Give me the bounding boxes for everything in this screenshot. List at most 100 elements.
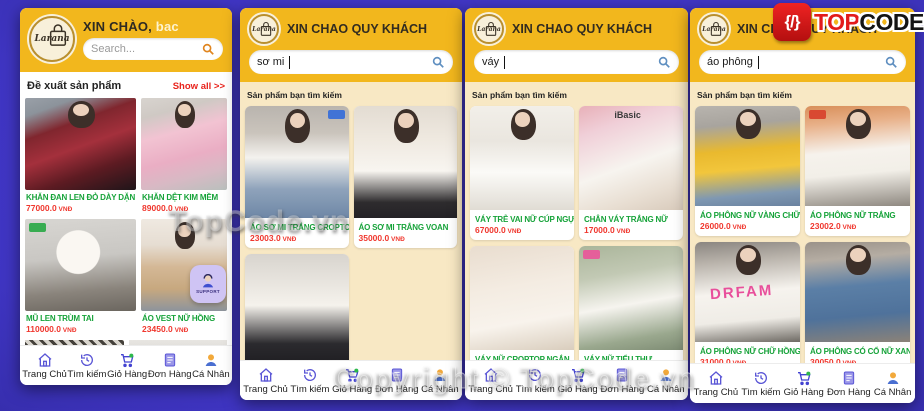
product-name: KHĂN DỆT KIM MỀM [141,190,227,202]
price-currency: VNĐ [173,206,189,213]
app-screen-search-somi: Larana XIN CHAO QUY KHÁCH sơ mi Sản phẩm… [240,8,462,400]
nav-item-cart[interactable]: Giỏ Hàng [332,367,372,395]
nav-item-label: Giỏ Hàng [332,384,372,395]
product-card[interactable]: ÁO SƠ MI VOAN TRƠN41000.0 VNĐ [245,254,349,360]
product-price: 110000.0 VNĐ [25,323,136,334]
image-badge [328,110,345,119]
partial-product-image [25,340,124,345]
nav-item-label: Cá Nhân [874,387,912,398]
product-card[interactable]: ÁO PHÔNG NỮ TRẮNG23002.0 VNĐ [805,106,910,236]
nav-item-search[interactable]: Tìm kiếm [290,367,329,395]
product-card[interactable]: ÁO SƠ MI TRẮNG VOAN35000.0 VNĐ [354,106,458,248]
nav-item-home[interactable]: Trang Chủ [243,367,288,395]
product-grid: ÁO SƠ MI TRẮNG CROPTOP23003.0 VNĐÁO SƠ M… [245,106,457,360]
nav-item-search[interactable]: Tìm kiếm [67,352,106,380]
product-card[interactable]: VÁY NỮ CROPTOP NGẮN23000.0 VNĐ [470,246,574,360]
app-header: Larana XIN CHAO QUY KHÁCH váy [465,8,688,82]
product-grid: VÁY TRỄ VAI NỮ CÚP NGỰC67000.0 VNĐiBasic… [470,106,683,360]
nav-item-cart[interactable]: Giỏ Hàng [784,370,824,398]
history-search-icon [302,367,318,383]
support-agent-icon [200,274,216,288]
home-icon [37,352,53,368]
product-card[interactable]: MŨ LEN TRÙM TAI110000.0 VNĐ [25,219,136,334]
product-card[interactable]: ÁO PHÔNG CÓ CỔ NỮ XAN...30050.0 VNĐ [805,242,910,363]
product-price: 89000.0 VNĐ [141,202,227,213]
product-card[interactable]: KHĂN DỆT KIM MỀM89000.0 VNĐ [141,98,227,213]
nav-item-profile[interactable]: Cá Nhân [192,352,230,380]
app-logo: Larana [29,16,75,62]
price-value: 67000.0 [475,225,506,235]
product-card[interactable]: DRFAMÁO PHÔNG NỮ CHỮ HỒNG...31000.0 VNĐ [695,242,800,363]
product-card[interactable]: KHĂN ĐAN LEN ĐỎ DÀY DẶN77000.0 VNĐ [25,98,136,213]
nav-item-search[interactable]: Tìm kiếm [516,367,555,395]
history-search-icon [753,370,769,386]
app-header: Larana XIN CHÀO, bac Search... [20,8,232,72]
search-icon[interactable] [201,42,215,56]
product-card[interactable]: ÁO PHÔNG NỮ VÀNG CHỮ26000.0 VNĐ [695,106,800,236]
product-name: ÁO VEST NỮ HỒNG [141,311,227,323]
nav-item-profile[interactable]: Cá Nhân [647,367,685,395]
price-value: 30050.0 [810,357,841,363]
product-card[interactable]: iBasicCHÂN VÁY TRẮNG NỮ17000.0 VNĐ [579,106,683,240]
nav-item-profile[interactable]: Cá Nhân [421,367,459,395]
support-label: SUPPORT [196,289,220,294]
profile-icon [658,367,674,383]
topcode-code-text: CODE.VN [859,9,924,35]
nav-item-orders[interactable]: Đơn Hàng [827,370,871,398]
nav-item-label: Đơn Hàng [601,384,645,395]
bottom-nav: Trang ChủTìm kiếm Giỏ HàngĐơn HàngCá Nhân [690,363,915,403]
results-content: Sản phẩm bạn tìm kiếm ÁO PHÔNG NỮ VÀNG C… [690,82,915,363]
topcode-wordmark: TOPCODE.VN [814,9,924,36]
nav-item-label: Cá Nhân [192,369,230,380]
nav-item-home[interactable]: Trang Chủ [694,370,739,398]
product-price: 23003.0 VNĐ [245,232,349,243]
price-currency: VNĐ [615,228,631,235]
product-image: iBasic [579,106,683,210]
search-query: sơ mi [257,56,284,68]
search-input[interactable]: váy [474,50,679,74]
nav-item-cart[interactable]: Giỏ Hàng [558,367,598,395]
greeting-text: XIN CHÀO, bac [83,19,223,34]
support-button[interactable]: SUPPORT [190,265,226,303]
search-input[interactable]: áo phông [699,50,906,74]
search-icon[interactable] [657,55,671,69]
price-currency: VNĐ [731,360,747,363]
search-input[interactable]: sơ mi [249,50,453,74]
search-query: áo phông [707,56,753,68]
app-header: Larana XIN CHAO QUY KHÁCH sơ mi [240,8,462,82]
nav-item-home[interactable]: Trang Chủ [468,367,513,395]
product-price: 35000.0 VNĐ [354,232,458,243]
product-grid: ÁO PHÔNG NỮ VÀNG CHỮ26000.0 VNĐÁO PHÔNG … [695,106,910,363]
nav-item-orders[interactable]: Đơn Hàng [601,367,645,395]
nav-item-search[interactable]: Tìm kiếm [741,370,780,398]
orders-icon [162,352,178,368]
product-name: VÁY NỮ CROPTOP NGẮN [470,350,574,360]
nav-item-orders[interactable]: Đơn Hàng [148,352,192,380]
search-icon[interactable] [431,55,445,69]
image-label: DRFAM [709,282,773,303]
nav-item-profile[interactable]: Cá Nhân [874,370,912,398]
cart-icon [796,370,812,386]
product-image [805,242,910,342]
product-name: ÁO PHÔNG NỮ VÀNG CHỮ [695,206,800,220]
nav-item-cart[interactable]: Giỏ Hàng [107,352,147,380]
price-value: 35000.0 [359,233,390,243]
product-card[interactable]: VÁY NỮ TIỂU THƯ25000.0 VNĐ [579,246,683,360]
nav-item-label: Cá Nhân [421,384,459,395]
nav-item-orders[interactable]: Đơn Hàng [375,367,419,395]
nav-item-label: Giỏ Hàng [784,387,824,398]
price-currency: VNĐ [281,236,297,243]
show-all-link[interactable]: Show all >> [173,81,225,92]
product-card[interactable]: VÁY TRỄ VAI NỮ CÚP NGỰC67000.0 VNĐ [470,106,574,240]
search-input[interactable]: Search... [83,38,223,60]
topcode-logo: {/} TOPCODE.VN [773,3,924,41]
product-card[interactable]: ÁO SƠ MI TRẮNG CROPTOP23003.0 VNĐ [245,106,349,248]
section-title: Sản phẩm bạn tìm kiếm [247,90,342,100]
price-value: 17000.0 [584,225,615,235]
section-header: Sản phẩm bạn tìm kiếm [695,87,910,106]
product-price: 77000.0 VNĐ [25,202,136,213]
orders-icon [841,370,857,386]
nav-item-home[interactable]: Trang Chủ [22,352,67,380]
search-icon[interactable] [884,55,898,69]
price-currency: VNĐ [731,224,747,231]
